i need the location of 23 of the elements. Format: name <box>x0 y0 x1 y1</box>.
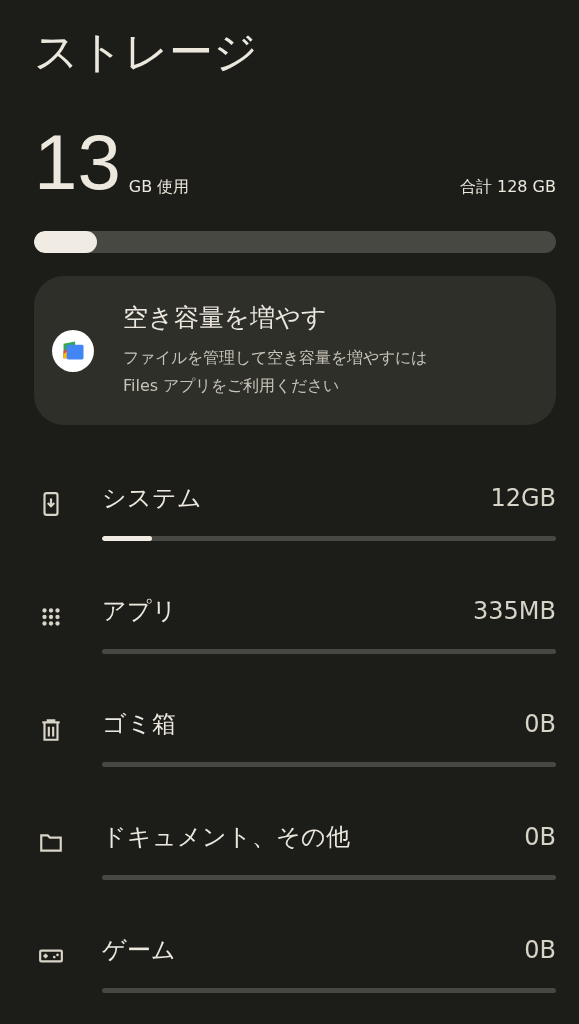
storage-category[interactable]: ドキュメント、その他 0B <box>34 786 556 899</box>
category-label: ゴミ箱 <box>102 709 176 740</box>
category-size: 0B <box>524 936 556 964</box>
page-title: ストレージ <box>34 25 259 79</box>
card-description: ファイルを管理して空き容量を増やすには Files アプリをご利用ください <box>123 347 428 397</box>
storage-category[interactable]: ゴミ箱 0B <box>34 673 556 786</box>
category-label: ドキュメント、その他 <box>102 822 350 853</box>
category-size: 0B <box>524 710 556 738</box>
category-label: アプリ <box>102 596 177 627</box>
used-amount: 13 <box>34 120 121 204</box>
free-up-card[interactable]: 空き容量を増やす ファイルを管理して空き容量を増やすには Files アプリをご利用ください <box>34 276 556 425</box>
storage-category[interactable]: ゲーム 0B <box>34 899 556 1012</box>
used-unit: GB 使用 <box>128 177 190 198</box>
category-label: ゲーム <box>102 935 176 966</box>
category-label: システム <box>102 483 202 514</box>
storage-category[interactable]: システム 12GB <box>34 447 556 560</box>
storage-category[interactable]: アプリ 335MB <box>34 560 556 673</box>
total-capacity: 合計 128 GB <box>459 177 556 198</box>
files-app-icon <box>52 329 94 372</box>
card-title: 空き容量を増やす <box>123 302 328 334</box>
category-size: 0B <box>524 823 556 851</box>
category-size: 12GB <box>490 484 556 512</box>
category-size: 335MB <box>473 597 556 625</box>
